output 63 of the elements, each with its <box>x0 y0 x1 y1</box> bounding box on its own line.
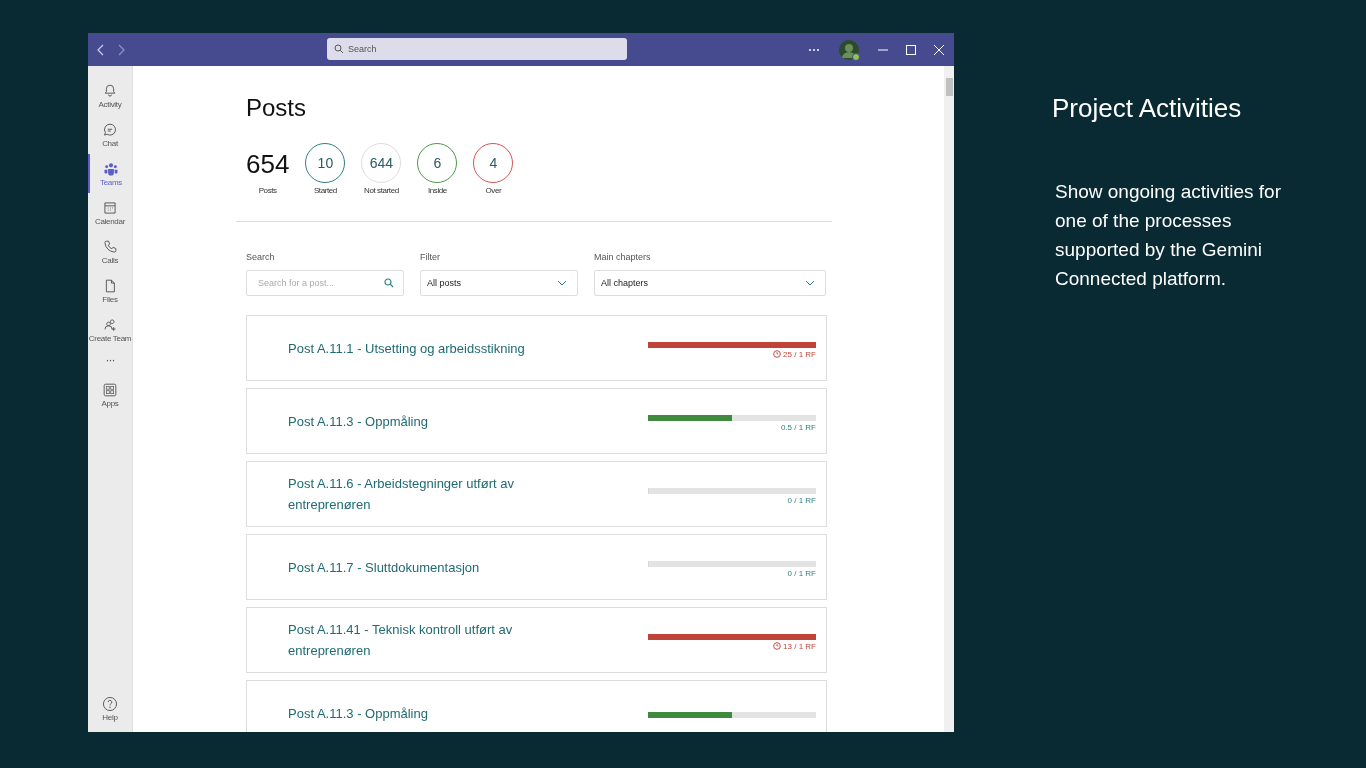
search-field[interactable]: Search for a post... <box>246 270 404 296</box>
phone-icon <box>102 238 118 255</box>
back-icon[interactable] <box>96 43 106 56</box>
app-bar-item[interactable]: Calls <box>88 232 133 271</box>
post-card[interactable]: Post A.11.3 - Oppmåling <box>246 680 827 732</box>
chapters-dropdown[interactable]: All chapters <box>594 270 826 296</box>
post-title: Post A.11.3 - Oppmåling <box>288 704 429 723</box>
post-card[interactable]: Post A.11.7 - Sluttdokumentasjon 0 / 1 RF <box>246 534 827 600</box>
avatar-icon[interactable] <box>838 38 860 61</box>
people-icon <box>102 316 118 333</box>
clock-icon <box>773 642 782 650</box>
app-bar-item[interactable]: Chat <box>88 115 133 154</box>
maximize-icon[interactable] <box>906 44 916 55</box>
total-count: 654 <box>246 148 290 181</box>
app-bar-item[interactable]: Files <box>88 271 133 310</box>
app-bar-item[interactable]: Teams <box>88 154 133 193</box>
field-label: Main chapters <box>594 252 652 262</box>
stat-label: Posts <box>258 186 277 195</box>
filter-dropdown[interactable]: All posts <box>420 270 578 296</box>
field-label: Search <box>246 252 276 262</box>
post-title: Post A.11.3 - Oppmåling <box>288 412 429 431</box>
post-title: Post A.11.1 - Utsetting og arbeidsstikning <box>288 339 526 358</box>
slide-description: Show ongoing activities for one of the processes supported by the Gemini Connected platform. <box>1055 180 1282 291</box>
app-bar-item[interactable]: Calendar <box>88 193 133 232</box>
progress-reading: 0.5 / 1 RF <box>780 422 816 432</box>
progress-reading: 13 / 1 RF <box>783 641 816 651</box>
search-field[interactable]: Search <box>327 38 627 60</box>
app-bar-item[interactable]: Create Team <box>88 310 133 349</box>
post-title: Post A.11.6 - Arbeidstegninger utført av entreprenøren <box>288 475 515 514</box>
stat-label: Over <box>485 186 502 195</box>
chat-icon <box>102 121 118 138</box>
teams-icon <box>103 160 119 177</box>
slide-title: Project Activities <box>1052 93 1243 124</box>
more-apps-button[interactable]: ··· <box>105 349 115 375</box>
clock-icon <box>773 350 782 358</box>
more-icon[interactable] <box>808 47 820 52</box>
post-title: Post A.11.41 - Teknisk kontroll utført av entreprenøren <box>288 621 514 660</box>
progress-reading: 25 / 1 RF <box>783 349 816 359</box>
chevron-down-icon <box>805 280 815 286</box>
post-title: Post A.11.7 - Sluttdokumentasjon <box>288 558 481 577</box>
bell-icon <box>102 82 118 99</box>
forward-icon[interactable] <box>116 43 126 56</box>
progress-reading: 0 / 1 RF <box>787 495 816 505</box>
search-icon <box>334 44 344 54</box>
stat-label: Not started <box>364 186 399 195</box>
stat-label: Started <box>313 186 337 195</box>
app-bar-item[interactable]: Help <box>88 689 133 728</box>
post-card[interactable]: Post A.11.6 - Arbeidstegninger utført av entreprenøren 0 / 1 RF <box>246 461 827 527</box>
post-card[interactable]: Post A.11.1 - Utsetting og arbeidsstikning 25 / 1 RF <box>246 315 827 381</box>
calendar-icon <box>102 199 118 216</box>
app-bar-item[interactable]: Activity <box>88 76 133 115</box>
apps-icon <box>102 381 118 398</box>
close-icon[interactable] <box>934 44 944 55</box>
page-title: Posts <box>246 94 308 122</box>
progress-reading: 0 / 1 RF <box>787 568 816 578</box>
post-card[interactable]: Post A.11.3 - Oppmåling 0.5 / 1 RF <box>246 388 827 454</box>
post-card[interactable]: Post A.11.41 - Teknisk kontroll utført av entreprenøren 13 / 1 RF <box>246 607 827 673</box>
field-label: Filter <box>420 252 441 262</box>
search-icon <box>384 278 394 288</box>
help-icon <box>102 695 118 712</box>
app-bar-item[interactable]: Apps <box>88 375 133 414</box>
stat-label: Inside <box>427 186 447 195</box>
chevron-down-icon <box>557 280 567 286</box>
